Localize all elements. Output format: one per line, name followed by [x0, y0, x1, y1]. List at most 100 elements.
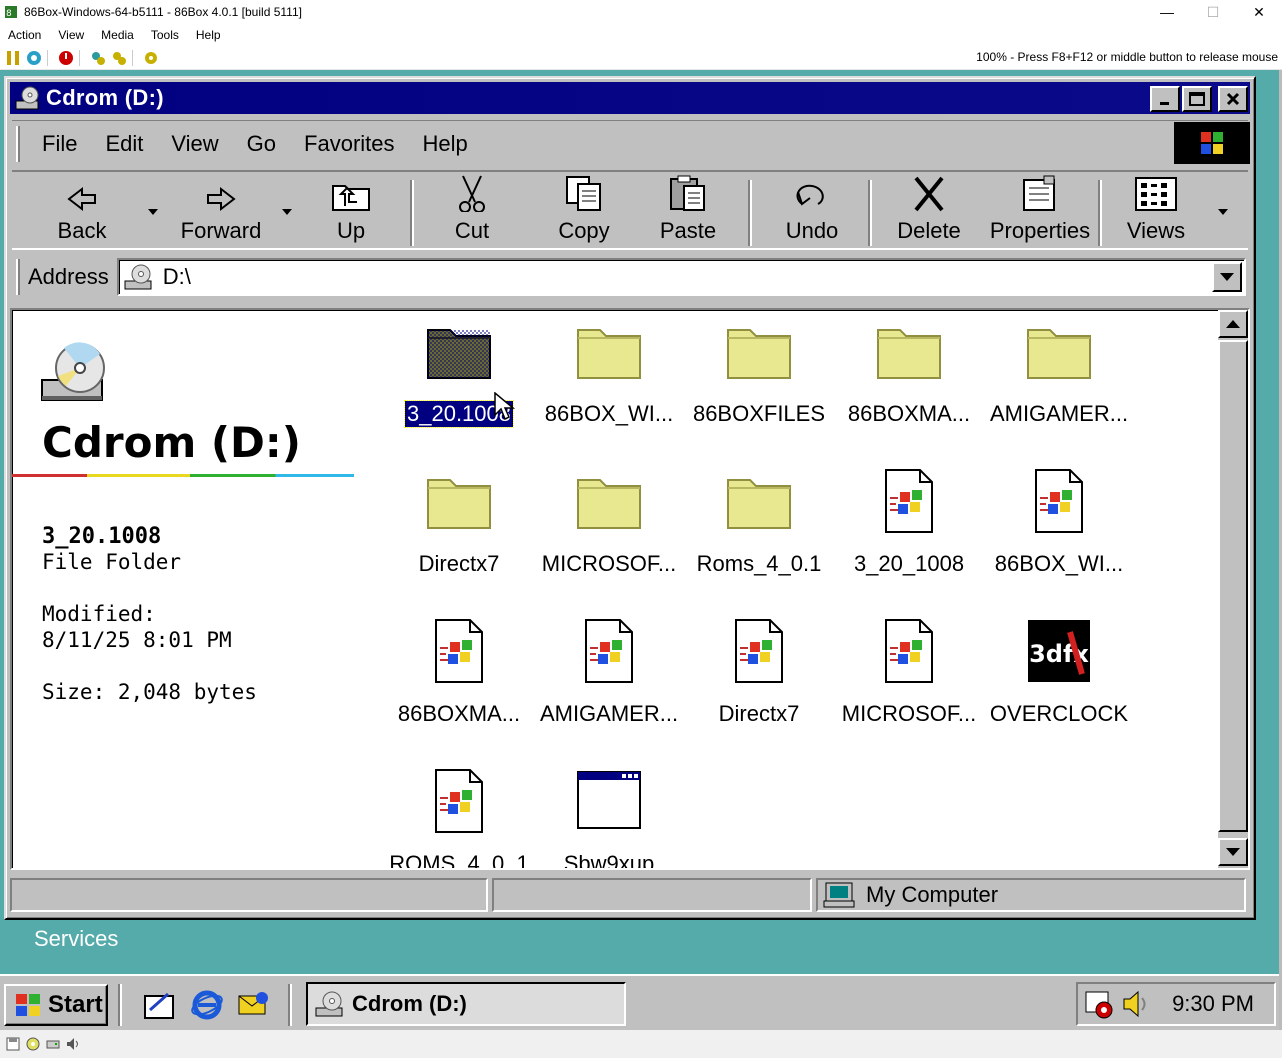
forward-arrow-icon	[207, 186, 236, 212]
settings-icon[interactable]	[143, 50, 159, 66]
selected-item-type: File Folder	[42, 550, 182, 574]
hard-disk-icon[interactable]	[46, 1037, 60, 1051]
folder-icon	[876, 314, 942, 389]
floppy-drive-icon[interactable]	[6, 1037, 20, 1051]
file-item[interactable]: Directx7	[384, 464, 534, 604]
mouse-cursor-icon	[494, 391, 516, 427]
close-button[interactable]	[1218, 86, 1248, 112]
host-minimize-button[interactable]: —	[1144, 0, 1190, 24]
host-menu-help[interactable]: Help	[188, 28, 230, 42]
file-item-label: Directx7	[418, 551, 500, 576]
installer-icon	[426, 764, 492, 839]
reset-icon[interactable]	[90, 50, 106, 66]
cut-button[interactable]: Cut	[450, 174, 494, 248]
file-item[interactable]: 3_20.1008	[384, 314, 534, 454]
back-button[interactable]: Back	[48, 174, 116, 248]
file-item[interactable]: MICROSOF...	[534, 464, 684, 604]
host-menu-tools[interactable]: Tools	[143, 28, 188, 42]
show-desktop-icon[interactable]	[142, 988, 176, 1022]
forward-dropdown-icon[interactable]	[282, 204, 292, 218]
folder-icon	[576, 314, 642, 389]
file-item[interactable]: AMIGAMER...	[984, 314, 1134, 454]
volume-speaker-icon[interactable]	[1120, 988, 1150, 1020]
menu-edit[interactable]: Edit	[105, 131, 143, 157]
up-button[interactable]: Up	[324, 174, 378, 248]
file-item[interactable]: Directx7	[684, 614, 834, 754]
file-item-label: Roms_4_0.1	[696, 551, 822, 576]
views-dropdown-icon[interactable]	[1218, 204, 1228, 218]
pause-icon[interactable]	[5, 50, 21, 66]
vertical-scrollbar[interactable]	[1218, 310, 1248, 868]
file-item-label: 3_20_1008	[853, 551, 965, 576]
folder-icon	[1026, 314, 1092, 389]
folder-content: Cdrom (D:) 3_20.1008 File Folder Modifie…	[10, 308, 1250, 870]
file-item[interactable]: 86BOXMA...	[834, 314, 984, 454]
menu-view[interactable]: View	[171, 131, 218, 157]
copy-button[interactable]: Copy	[552, 174, 616, 248]
file-item[interactable]: 3_20_1008	[834, 464, 984, 604]
ctrl-alt-del-icon[interactable]	[26, 50, 42, 66]
file-item[interactable]: 86BOX_WI...	[534, 314, 684, 454]
installer-icon	[576, 614, 642, 689]
system-tray: 9:30 PM	[1076, 982, 1276, 1026]
explorer-window: Cdrom (D:) File Edit View Go Favorites H…	[4, 76, 1256, 920]
delete-button[interactable]: Delete	[892, 174, 966, 248]
file-item[interactable]: Roms_4_0.1	[684, 464, 834, 604]
file-item[interactable]: MICROSOF...	[834, 614, 984, 754]
minimize-button[interactable]	[1150, 86, 1180, 112]
status-bar: My Computer	[10, 878, 1250, 914]
file-item-label: AMIGAMER...	[539, 701, 679, 726]
status-panel-2	[492, 878, 812, 912]
installer-icon	[426, 614, 492, 689]
sound-status-icon[interactable]	[66, 1037, 80, 1051]
internet-explorer-icon[interactable]	[190, 988, 224, 1022]
scroll-up-button[interactable]	[1218, 310, 1248, 338]
address-field[interactable]: D:\	[116, 258, 1246, 296]
scroll-thumb[interactable]	[1218, 340, 1248, 832]
outlook-express-icon[interactable]	[236, 988, 270, 1022]
host-menu-media[interactable]: Media	[93, 28, 143, 42]
modified-label: Modified:	[42, 602, 156, 626]
hard-reset-icon[interactable]	[111, 50, 127, 66]
address-dropdown-button[interactable]	[1212, 262, 1242, 292]
menu-file[interactable]: File	[42, 131, 77, 157]
scroll-down-button[interactable]	[1218, 838, 1248, 866]
forward-button[interactable]: Forward	[176, 174, 266, 248]
views-button[interactable]: Views	[1126, 174, 1186, 248]
cdrom-status-icon[interactable]	[26, 1037, 40, 1051]
address-value: D:\	[162, 264, 191, 289]
zone-label: My Computer	[866, 882, 999, 907]
host-menu-view[interactable]: View	[50, 28, 93, 42]
back-dropdown-icon[interactable]	[148, 204, 158, 218]
properties-button[interactable]: Properties	[988, 174, 1092, 248]
file-item[interactable]: 3dfx OVERCLOCK	[984, 614, 1134, 754]
web-view-pane: Cdrom (D:) 3_20.1008 File Folder Modifie…	[12, 310, 354, 868]
menu-go[interactable]: Go	[247, 131, 276, 157]
host-mouse-status: 100% - Press F8+F12 or middle button to …	[976, 50, 1278, 64]
file-item[interactable]: AMIGAMER...	[534, 614, 684, 754]
folder-icon	[426, 464, 492, 539]
host-close-button[interactable]: ✕	[1236, 0, 1282, 24]
file-item[interactable]: 86BOXMA...	[384, 614, 534, 754]
maximize-button[interactable]	[1182, 86, 1212, 112]
paste-button[interactable]: Paste	[656, 174, 720, 248]
file-item[interactable]: ROMS_4_0_1	[384, 764, 534, 868]
power-icon[interactable]	[58, 50, 74, 66]
undo-button[interactable]: Undo	[780, 174, 844, 248]
host-maximize-button[interactable]: ☐	[1190, 0, 1236, 24]
menu-favorites[interactable]: Favorites	[304, 131, 394, 157]
file-item-label: 86BOX_WI...	[544, 401, 674, 426]
menu-help[interactable]: Help	[423, 131, 468, 157]
start-button[interactable]: Start	[4, 984, 108, 1026]
file-item-label: MICROSOF...	[541, 551, 677, 576]
file-item[interactable]: 86BOX_WI...	[984, 464, 1134, 604]
folder-title: Cdrom (D:)	[42, 418, 301, 467]
clock[interactable]: 9:30 PM	[1172, 991, 1254, 1017]
desktop-services-label[interactable]: Services	[34, 926, 118, 952]
taskbar-cdrom-button[interactable]: Cdrom (D:)	[306, 982, 626, 1026]
host-menu-action[interactable]: Action	[0, 28, 50, 42]
scheduler-icon[interactable]	[1084, 988, 1116, 1020]
file-item[interactable]: Sbw9xup	[534, 764, 684, 868]
file-item[interactable]: 86BOXFILES	[684, 314, 834, 454]
undo-icon	[796, 184, 824, 206]
